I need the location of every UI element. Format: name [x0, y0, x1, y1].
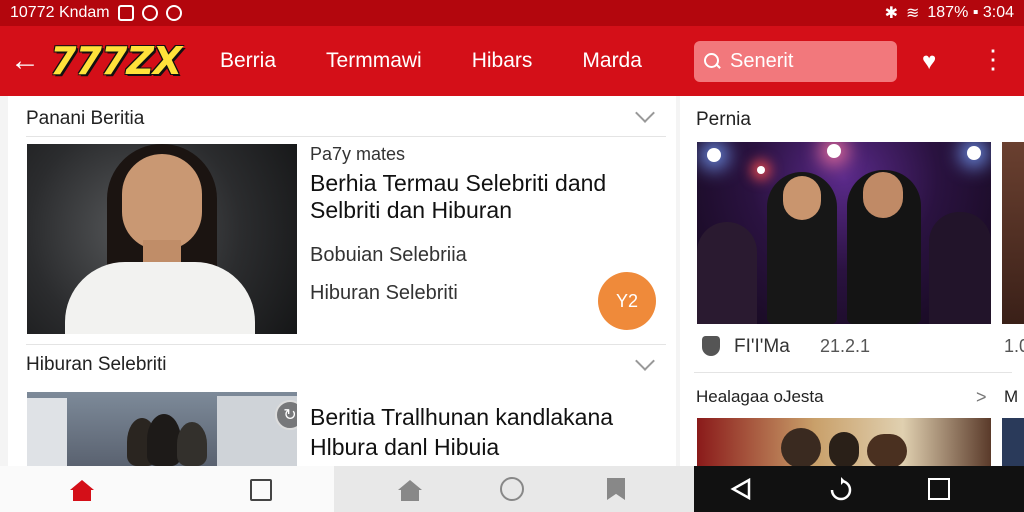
home-icon[interactable] — [70, 480, 94, 501]
main-nav: Berria Termmawi Hibars Marda — [220, 47, 730, 75]
sidebar-image-2[interactable] — [697, 418, 991, 466]
sidebar-section2-title[interactable]: Healagaa oJesta — [696, 387, 824, 407]
system-recents-icon[interactable] — [928, 478, 950, 500]
section-title-1: Panani Beritia — [26, 108, 145, 129]
sidebar-time: 21.2.1 — [820, 336, 871, 356]
sidebar-title: Pernia — [696, 109, 751, 130]
avatar-badge[interactable]: Y2 — [598, 272, 656, 330]
bookmark-icon[interactable] — [607, 478, 625, 500]
sidebar-section3-title[interactable]: M — [1004, 387, 1018, 407]
chevron-down-icon[interactable] — [635, 103, 655, 123]
heart-icon[interactable]: ♥ — [922, 48, 936, 76]
home-outline-icon[interactable] — [398, 480, 422, 501]
nav-item-marda[interactable]: Marda — [582, 49, 642, 73]
article1-image[interactable] — [27, 144, 297, 334]
main-feed: Panani Beritia Pa7y mates Berhia Termau … — [8, 96, 676, 466]
article1-headline[interactable]: Berhia Termau Selebriti dand Selbriti da… — [310, 170, 640, 224]
divider — [26, 136, 666, 137]
nav-item-berria[interactable]: Berria — [220, 49, 276, 73]
share-icon[interactable]: ↻ — [275, 400, 297, 430]
sidebar-image-2-partial[interactable] — [1002, 418, 1024, 466]
circle-icon[interactable] — [500, 477, 524, 501]
tabs-icon[interactable] — [250, 479, 272, 501]
section-title-2: Hiburan Selebriti — [26, 354, 167, 375]
divider — [694, 372, 1012, 373]
article1-sub2: Hiburan Selebriti — [310, 282, 458, 304]
divider — [26, 344, 666, 345]
status-right-text: 187% ▪ 3:04 — [927, 4, 1014, 21]
site-logo[interactable]: 777ZX — [50, 39, 220, 83]
sidebar-image-partial[interactable] — [1002, 142, 1024, 324]
bottom-navigation — [0, 466, 1024, 512]
search-input[interactable]: Senerit — [694, 41, 897, 82]
status-left-text: 10772 Kndam — [10, 4, 110, 21]
wifi-icon: ≋ — [905, 5, 920, 22]
nav-item-termmawi[interactable]: Termmawi — [326, 49, 422, 73]
status-bar: 10772 Kndam ✱ ≋ 187% ▪ 3:04 — [0, 0, 1024, 26]
settings-status-icon — [165, 5, 182, 21]
chevron-down-icon[interactable] — [635, 351, 655, 371]
system-rotate-icon[interactable] — [828, 477, 854, 503]
system-back-icon[interactable] — [730, 478, 752, 500]
bluetooth-icon: ✱ — [884, 5, 898, 22]
search-icon — [704, 52, 722, 71]
more-vert-icon[interactable]: ⋮ — [980, 46, 1006, 72]
search-placeholder: Senerit — [730, 50, 794, 72]
article2-image[interactable]: ↻ — [27, 392, 297, 466]
chevron-right-icon[interactable]: > — [976, 387, 987, 408]
sidebar-image[interactable] — [697, 142, 991, 324]
article1-sub1: Bobuian Selebriia — [310, 244, 467, 266]
sidebar-time-2: 1.0 — [1004, 336, 1024, 356]
shield-icon — [702, 336, 720, 356]
nav-item-hibars[interactable]: Hibars — [472, 49, 533, 73]
back-arrow-icon[interactable]: ← — [0, 46, 50, 76]
article1-kicker: Pa7y mates — [310, 144, 406, 164]
top-app-bar: ← 777ZX Berria Termmawi Hibars Marda Sen… — [0, 26, 1024, 96]
shield-status-icon — [141, 5, 158, 21]
notification-x-icon — [117, 5, 134, 21]
sidebar: Pernia FI'I'Ma 21.2.1 1.0 Healagaa oJest… — [680, 96, 1024, 466]
sidebar-source: FI'I'Ma — [734, 336, 790, 357]
article2-headline[interactable]: Beritia Trallhunan kandlakana Hlbura dan… — [310, 402, 660, 462]
